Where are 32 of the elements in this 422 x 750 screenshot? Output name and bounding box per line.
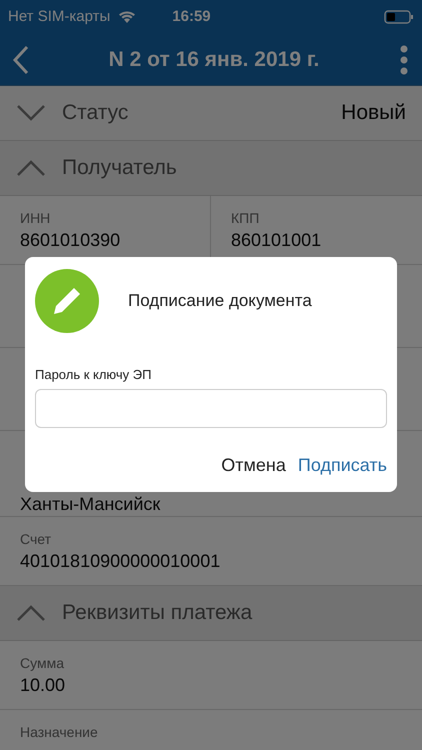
field-value: Ханты-Мансийск [20, 493, 162, 516]
field-label: Назначение [20, 723, 99, 742]
field-label: КПП [231, 209, 260, 228]
field-label: Счет [20, 530, 52, 549]
chevron-down-icon [16, 104, 46, 122]
window-title: N 2 от 16 янв. 2019 г. [108, 46, 320, 73]
carrier-text: Нет SIM-карты [8, 6, 110, 27]
field-value: 8601010390 [20, 229, 122, 252]
field-value: 40101810900000010001 [20, 550, 222, 573]
section-header[interactable]: Статус Новый [0, 86, 422, 141]
clock-text: 16:59 [172, 6, 211, 27]
battery-icon [384, 10, 414, 24]
section-title: Реквизиты платежа [62, 600, 254, 626]
sign-button[interactable]: Подписать [298, 452, 387, 478]
status-value: Новый [341, 100, 406, 126]
field-label: Сумма [20, 654, 65, 673]
field-value: 10.00 [20, 674, 66, 697]
field-label: ИНН [20, 209, 52, 228]
wifi-icon [118, 10, 136, 24]
section-header[interactable]: Получатель [0, 141, 422, 196]
section-header[interactable]: Реквизиты платежа [0, 586, 422, 641]
more-icon[interactable] [398, 44, 410, 76]
chevron-up-icon [16, 159, 46, 177]
dialog-title: Подписание документа [128, 290, 312, 312]
password-field[interactable] [35, 388, 387, 428]
cancel-button[interactable]: Отмена [221, 452, 286, 478]
chevron-up-icon [16, 604, 46, 622]
section-title: Статус [62, 100, 130, 126]
back-icon[interactable] [12, 44, 30, 74]
section-title: Получатель [62, 155, 178, 182]
password-label: Пароль к ключу ЭП [35, 366, 152, 384]
field-value: 860101001 [231, 229, 322, 252]
